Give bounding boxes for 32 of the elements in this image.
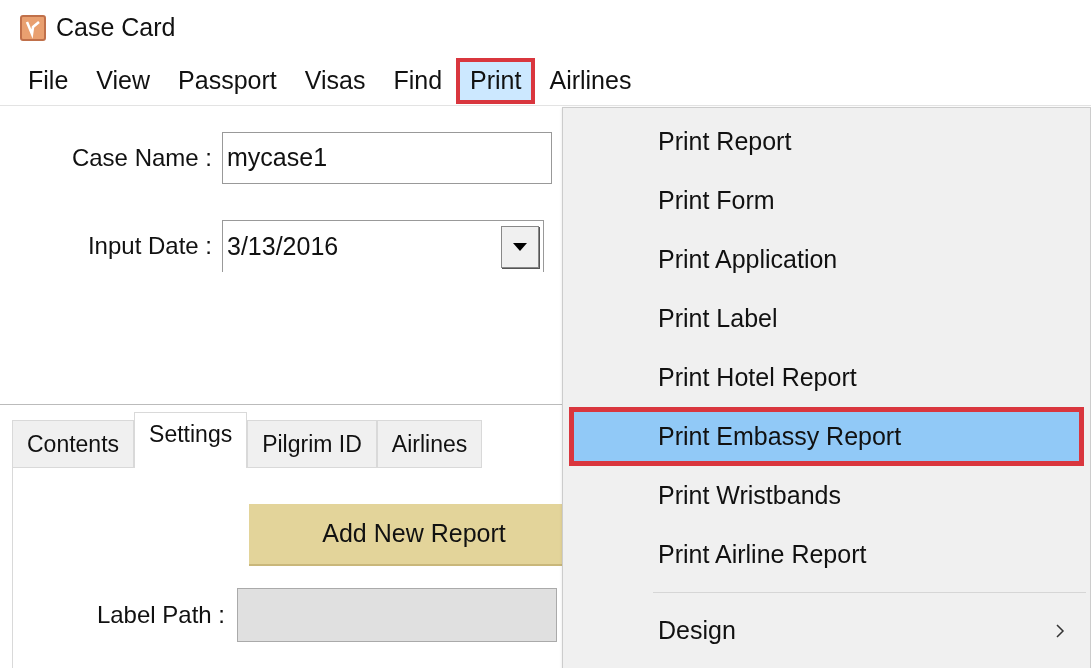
menu-item[interactable]: Print Wristbands (569, 466, 1084, 525)
menu-item[interactable]: Print Application (569, 230, 1084, 289)
menu-item[interactable]: Print Report (569, 112, 1084, 171)
field-label: Input Date : (86, 231, 213, 261)
field-label: Label Path : (95, 600, 226, 630)
menu-item[interactable]: Print Hotel Report (569, 348, 1084, 407)
window-title: Case Card (56, 12, 176, 44)
app-logo-icon (20, 15, 46, 41)
menu-item[interactable]: Print (456, 57, 536, 104)
menu-item[interactable]: Print Airline Report (569, 525, 1084, 584)
tab[interactable]: Pilgrim ID (247, 420, 377, 468)
date-field[interactable]: 3/13/2016 (222, 220, 544, 272)
label-path-field[interactable] (237, 588, 557, 642)
menu-item[interactable]: Design (569, 601, 1084, 660)
menu-item[interactable]: View (82, 57, 165, 104)
field-label: Case Name : (70, 143, 213, 173)
dropdown-button[interactable] (501, 225, 539, 268)
menu-item[interactable]: Print Embassy Report (569, 407, 1084, 466)
menu-item[interactable]: Passport (164, 57, 291, 104)
menu-item[interactable]: File (14, 57, 83, 104)
case-name-field[interactable]: mycase1 (222, 132, 552, 184)
chevron-right-icon (1055, 622, 1065, 639)
menu-item[interactable]: Print Form (569, 171, 1084, 230)
tab[interactable]: Airlines (376, 420, 483, 468)
menu-item[interactable]: Airlines (535, 57, 646, 104)
caret-icon (513, 242, 527, 251)
tab[interactable]: Contents (12, 420, 135, 468)
menu-item[interactable]: Print Label (569, 289, 1084, 348)
menu-item[interactable]: Visas (290, 57, 380, 104)
add-new-report-button[interactable]: Add New Report (249, 504, 562, 566)
tab[interactable]: Settings (134, 412, 248, 468)
menu-item[interactable]: Find (379, 57, 457, 104)
